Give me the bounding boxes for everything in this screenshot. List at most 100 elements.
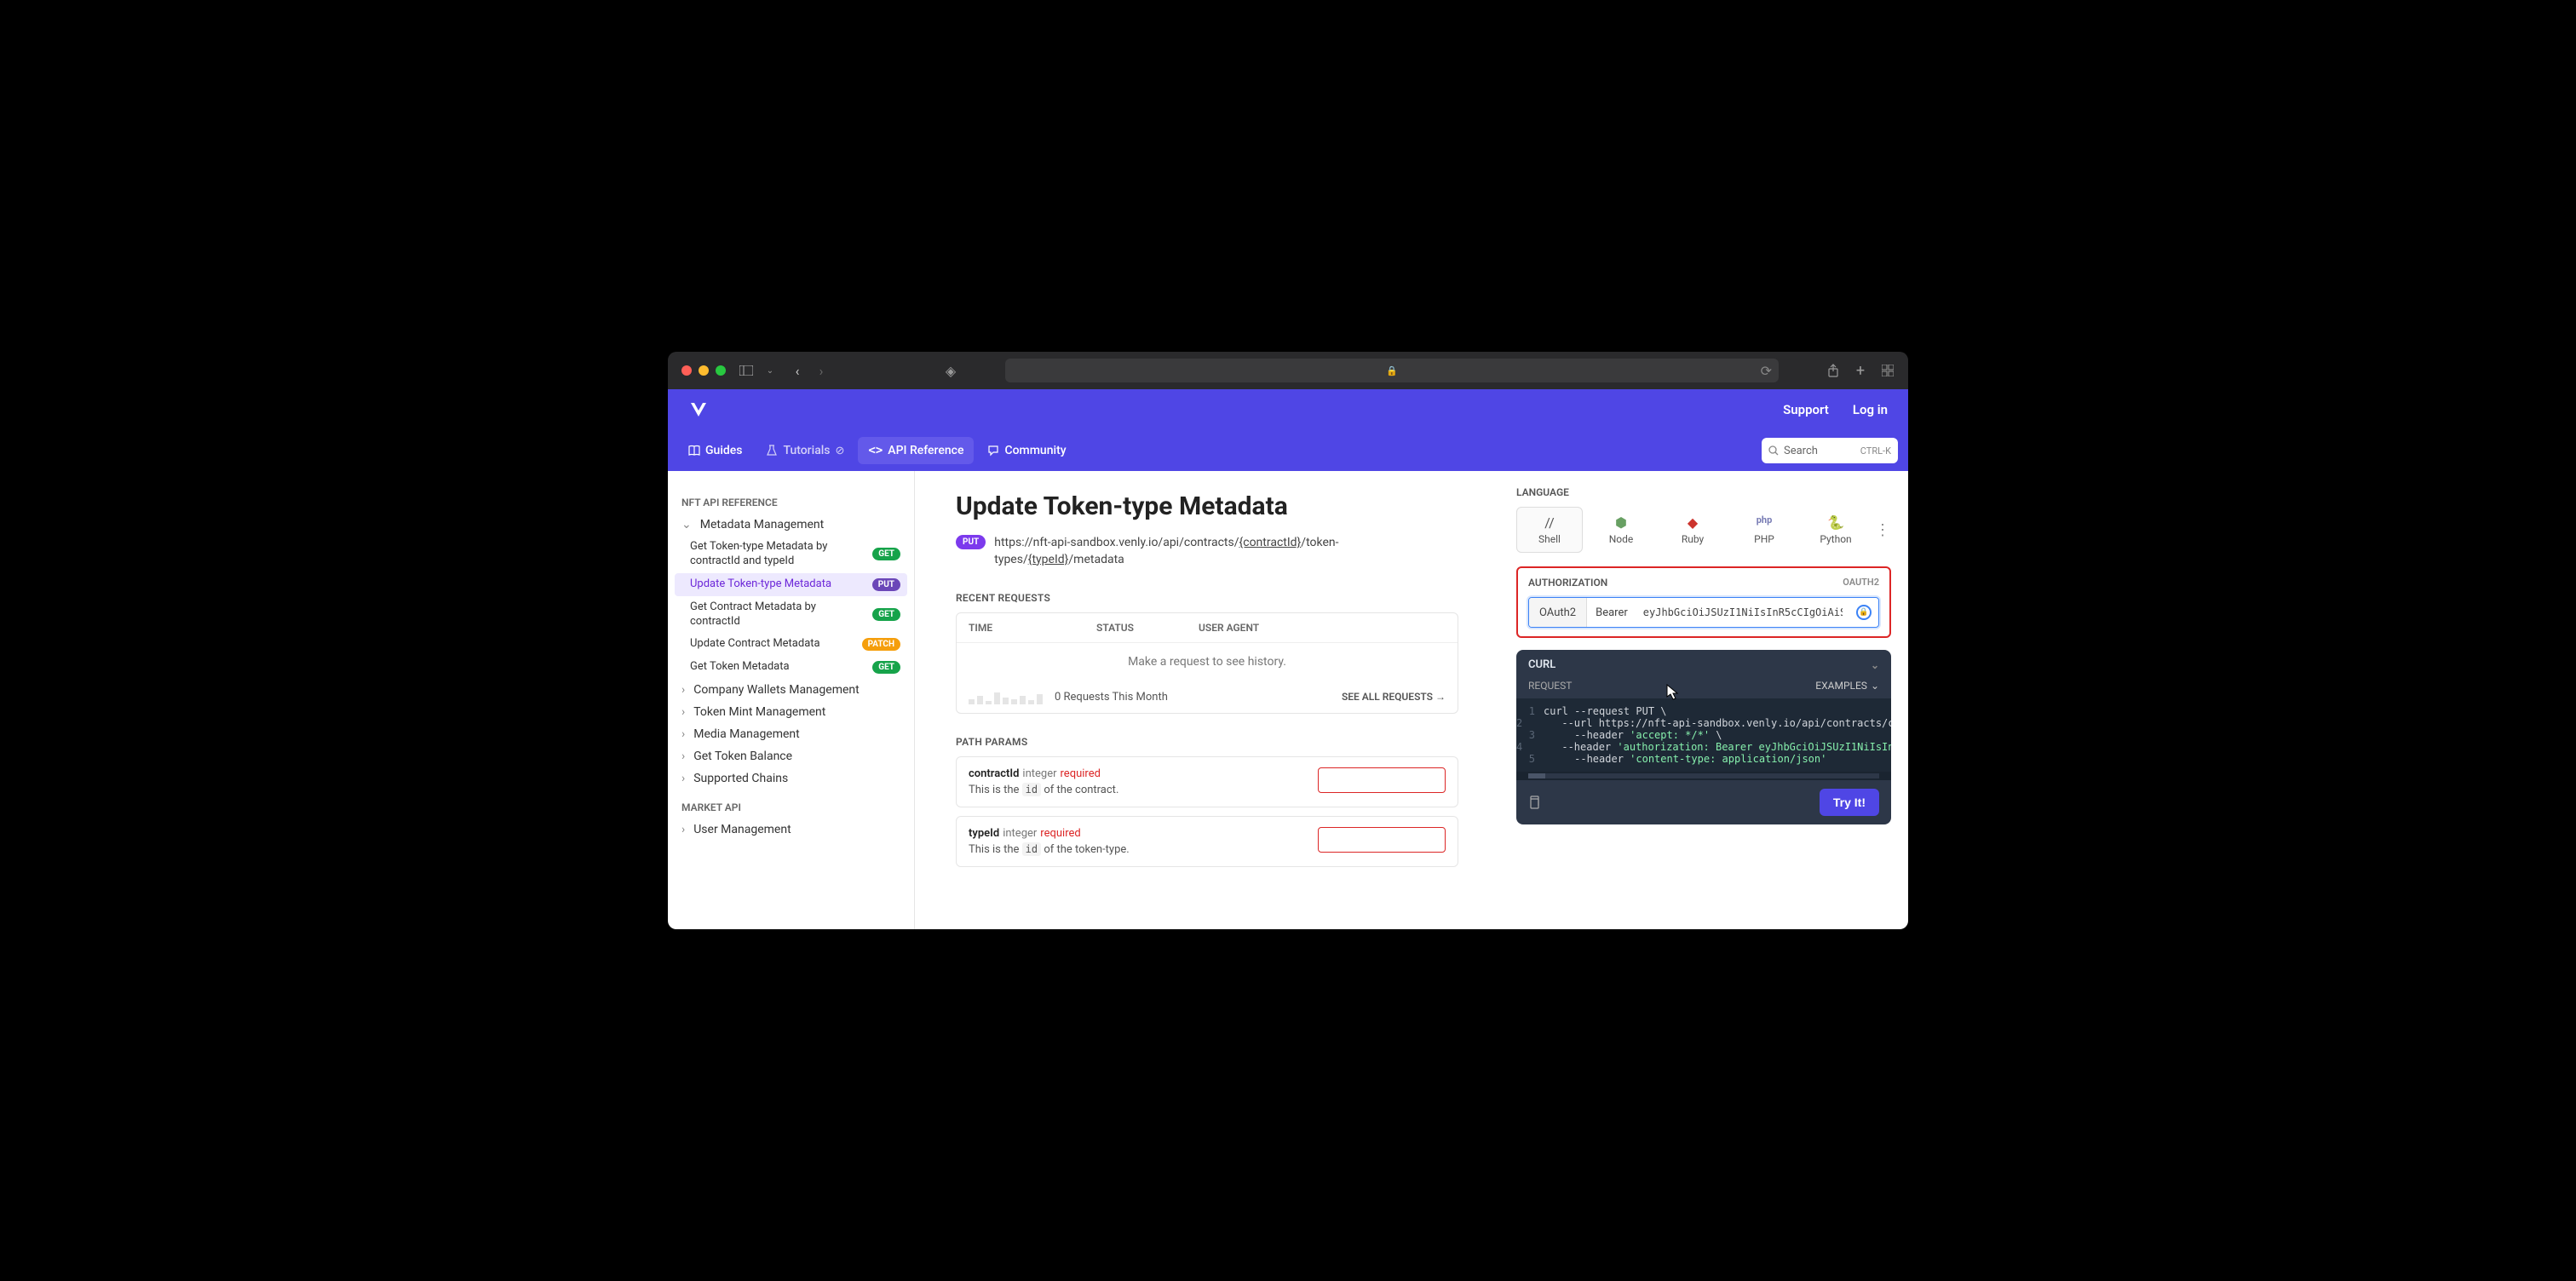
ruby-icon: ◆ (1688, 514, 1698, 530)
python-icon: 🐍 (1827, 514, 1844, 530)
method-badge: PUT (956, 535, 986, 549)
code-panel: CURL ⌄ REQUEST EXAMPLES⌄ 1curl --request… (1516, 650, 1891, 824)
endpoint-url: https://nft-api-sandbox.venly.io/api/con… (994, 535, 1458, 568)
shield-icon[interactable]: ◈ (944, 364, 957, 377)
see-all-requests[interactable]: SEE ALL REQUESTS → (1342, 691, 1446, 703)
auth-input[interactable]: OAuth2 Bearer 🔒 (1528, 597, 1879, 628)
navbar: Guides Tutorials ⊘ <> API Reference Comm… (668, 430, 1908, 471)
endpoint: PUT https://nft-api-sandbox.venly.io/api… (956, 535, 1458, 568)
code-icon: <> (868, 444, 883, 457)
flask-icon (766, 445, 778, 457)
minimize-window[interactable] (699, 365, 709, 376)
code-lang: CURL (1528, 658, 1555, 671)
close-window[interactable] (681, 365, 692, 376)
nav-community[interactable]: Community (977, 437, 1076, 464)
maximize-window[interactable] (716, 365, 726, 376)
nav-label: Community (1004, 444, 1066, 457)
param-input-contractid[interactable] (1318, 767, 1446, 793)
sidebar-item[interactable]: Get Contract Metadata by contractIdGET (675, 596, 907, 634)
nav-guides[interactable]: Guides (678, 437, 752, 464)
request-count: 0 Requests This Month (1055, 691, 1168, 704)
sidebar-group[interactable]: Get Token Balance (675, 745, 907, 767)
search-input[interactable]: Search CTRL-K (1762, 438, 1898, 463)
recent-requests-table: TIME STATUS USER AGENT Make a request to… (956, 612, 1458, 714)
auth-scheme: OAuth2 (1529, 598, 1587, 627)
sidebar-section-header: NFT API REFERENCE (675, 491, 907, 514)
traffic-lights (681, 365, 726, 376)
authorization-box: AUTHORIZATION OAUTH2 OAuth2 Bearer 🔒 (1516, 566, 1891, 638)
sidebar-group[interactable]: Token Mint Management (675, 701, 907, 723)
auth-bearer-label: Bearer (1587, 598, 1636, 627)
sidebar-item[interactable]: Update Contract MetadataPATCH (675, 633, 907, 656)
auth-title: AUTHORIZATION (1528, 577, 1607, 589)
code-body[interactable]: 1curl --request PUT \ 2 --url https://nf… (1516, 698, 1891, 772)
auth-lock-button[interactable]: 🔒 (1849, 598, 1878, 627)
disabled-icon: ⊘ (836, 445, 845, 457)
param-input-typeid[interactable] (1318, 827, 1446, 853)
share-icon[interactable] (1826, 364, 1840, 377)
nav-api-reference[interactable]: <> API Reference (858, 437, 974, 464)
shell-icon: // (1544, 514, 1554, 530)
nav-label: API Reference (888, 444, 963, 457)
reload-icon[interactable]: ⟳ (1761, 363, 1772, 379)
search-shortcut: CTRL-K (1860, 445, 1891, 457)
param-row: typeIdintegerrequired This is the id of … (956, 816, 1458, 867)
sidebar-toggle-icon[interactable] (739, 364, 753, 377)
main-content: Update Token-type Metadata PUT https://n… (915, 471, 1499, 929)
search-icon (1768, 445, 1779, 456)
path-params-header: PATH PARAMS (956, 736, 1458, 748)
lock-icon: 🔒 (1386, 365, 1398, 376)
back-icon[interactable]: ‹ (791, 364, 804, 377)
forward-icon[interactable]: › (814, 364, 828, 377)
try-it-button[interactable]: Try It! (1820, 789, 1879, 816)
sidebar-group-metadata[interactable]: Metadata Management (675, 514, 907, 536)
lang-ruby[interactable]: ◆Ruby (1659, 507, 1726, 553)
support-link[interactable]: Support (1783, 402, 1829, 417)
horizontal-scrollbar[interactable] (1516, 772, 1891, 780)
histogram (969, 689, 1043, 704)
new-tab-icon[interactable]: + (1854, 364, 1867, 377)
page-title: Update Token-type Metadata (956, 491, 1458, 521)
sidebar-group[interactable]: Company Wallets Management (675, 679, 907, 701)
right-panel: LANGUAGE //Shell ⬢Node ◆Ruby phpPHP 🐍Pyt… (1499, 471, 1908, 929)
language-header: LANGUAGE (1516, 486, 1891, 498)
lang-node[interactable]: ⬢Node (1588, 507, 1654, 553)
browser-titlebar: ⌄ ‹ › ◈ 🔒 ⟳ + (668, 352, 1908, 389)
lock-icon: 🔒 (1859, 608, 1868, 617)
recent-requests-header: RECENT REQUESTS (956, 592, 1458, 604)
sidebar-item[interactable]: Update Token-type MetadataPUT (675, 573, 907, 596)
logo[interactable] (688, 399, 709, 420)
nav-label: Tutorials (783, 444, 830, 457)
chat-icon (987, 445, 999, 457)
login-link[interactable]: Log in (1853, 402, 1888, 417)
col-status: STATUS (1096, 622, 1199, 634)
chevron-down-icon[interactable]: ⌄ (1871, 659, 1879, 671)
search-placeholder: Search (1784, 445, 1818, 457)
examples-dropdown[interactable]: EXAMPLES⌄ (1815, 680, 1879, 692)
chevron-down-icon[interactable]: ⌄ (763, 364, 777, 377)
sidebar-group[interactable]: Supported Chains (675, 767, 907, 790)
request-label: REQUEST (1528, 680, 1572, 692)
col-agent: USER AGENT (1199, 622, 1446, 634)
nav-tutorials[interactable]: Tutorials ⊘ (756, 437, 854, 464)
param-row: contractIdintegerrequired This is the id… (956, 756, 1458, 807)
auth-type: OAUTH2 (1843, 577, 1879, 589)
app-header: Support Log in (668, 389, 1908, 430)
copy-button[interactable] (1528, 796, 1540, 809)
col-time: TIME (969, 622, 1096, 634)
sidebar-section-header: MARKET API (675, 796, 907, 819)
more-languages[interactable]: ⋮ (1874, 521, 1891, 539)
url-bar[interactable]: 🔒 ⟳ (1005, 359, 1779, 382)
node-icon: ⬢ (1615, 514, 1627, 530)
lang-python[interactable]: 🐍Python (1803, 507, 1869, 553)
tabs-grid-icon[interactable] (1881, 364, 1895, 377)
sidebar-item[interactable]: Get Token-type Metadata by contractId an… (675, 536, 907, 573)
sidebar-group-user[interactable]: User Management (675, 819, 907, 841)
lang-php[interactable]: phpPHP (1731, 507, 1797, 553)
sidebar-item[interactable]: Get Token MetadataGET (675, 656, 907, 679)
empty-message: Make a request to see history. (957, 643, 1458, 681)
book-icon (688, 445, 700, 457)
lang-shell[interactable]: //Shell (1516, 507, 1583, 553)
sidebar-group[interactable]: Media Management (675, 723, 907, 745)
auth-token-input[interactable] (1636, 598, 1849, 627)
